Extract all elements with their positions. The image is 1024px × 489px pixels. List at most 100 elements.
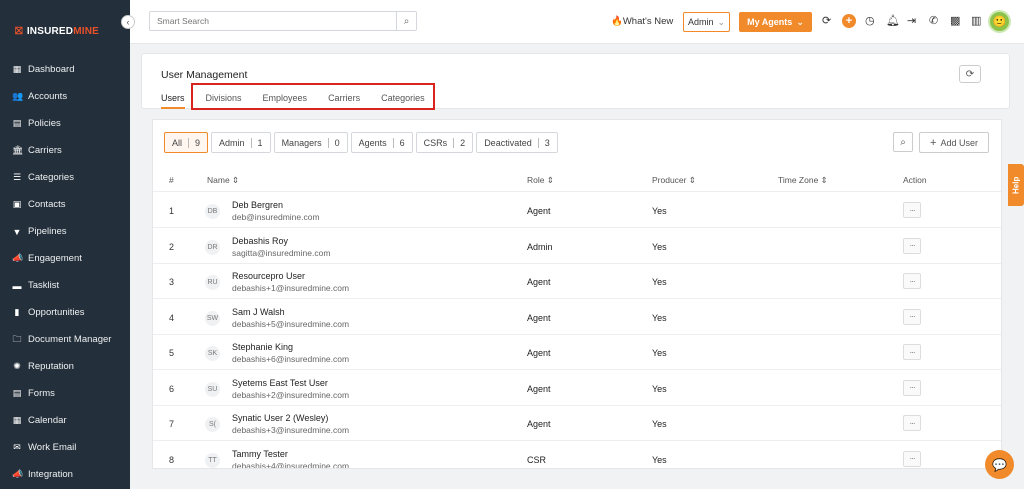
filter-agents[interactable]: Agents 6 [350,132,413,153]
filter-managers[interactable]: Managers 0 [273,132,348,153]
filter-label: Managers [281,137,322,148]
sidebar-item-categories[interactable]: ☰ Categories [0,164,130,191]
user-email: debashis+6@insuredmine.com [232,354,350,364]
chat-icon[interactable]: 💬 [985,450,1014,479]
megaphone-icon: 📣 [12,253,24,263]
user-initials-avatar: DR [205,239,220,255]
table-row: 3 RU Resourcepro User debashis+1@insuredmin… [153,264,1001,299]
sidebar-item-label: Contacts [28,199,66,210]
user-name: Resourcepro User [232,271,306,281]
more-actions-button[interactable]: ··· [903,450,921,467]
fire-icon: 🔥 [611,16,623,27]
sidebar-item-reputation[interactable]: ✺ Reputation [0,353,130,380]
filter-admin[interactable]: Admin 1 [211,132,271,153]
clock-icon[interactable]: ◷ [865,14,875,27]
search-icon[interactable]: ⌕ [396,12,416,30]
row-number: 5 [169,348,175,358]
help-tab[interactable]: Help [1008,164,1024,206]
sync-icon[interactable]: ⟳ [822,14,831,27]
logout-icon[interactable]: ⇥ [907,14,916,27]
my-agents-button[interactable]: My Agents ⌄ [739,12,812,32]
add-icon[interactable]: + [842,14,856,28]
more-actions-button[interactable]: ··· [903,415,921,431]
user-email: debashis+1@insuredmine.com [232,283,350,293]
whats-new-link[interactable]: 🔥What's New [611,16,673,27]
more-actions-button[interactable]: ··· [903,379,921,396]
user-initials-avatar: DB [205,204,220,219]
user-email: debashis+2@insuredmine.com [232,389,350,400]
bell-icon[interactable]: 🔔︎ [886,14,900,27]
brand-logo[interactable]: ⛝ INSURED MINE [15,26,99,37]
sidebar-item-dashboard[interactable]: ▦ Dashboard [0,56,130,83]
sidebar-item-opportunities[interactable]: ▮ Opportunities [0,299,130,326]
chevron-down-icon: ⌄ [717,16,726,27]
sidebar-item-label: Dashboard [28,64,75,75]
user-initials-avatar: SK [205,346,220,361]
bank-icon: 🏛 [12,145,24,155]
sidebar-item-document-manager[interactable]: 🗀 Document Manager [0,326,130,353]
phone-icon[interactable]: ✆ [929,14,938,27]
more-actions-button[interactable]: ··· [903,308,921,325]
user-email: debashis+4@insuredmine.com [232,460,350,469]
more-actions-button[interactable]: ··· [903,273,921,289]
sidebar-item-label: Carriers [28,145,62,156]
user-role: Agent [527,383,551,394]
users-table-card: All 9 Admin 1 Managers 0 Agents 6 CSRs 2 Deactivat… [152,119,1002,469]
column-role[interactable]: Role ⇕ [527,175,554,186]
more-actions-button[interactable]: ··· [903,344,921,360]
filter-csrs[interactable]: CSRs 2 [415,132,474,153]
sidebar-item-policies[interactable]: ▤ Policies [0,110,130,137]
calendar-icon: ▦ [12,415,22,425]
sidebar: ⛝ INSURED MINE ▦ Dashboard 👥 Accounts ▤ Polici… [0,0,130,489]
filter-all[interactable]: All 9 [164,132,209,153]
column-producer[interactable]: Producer ⇕ [652,175,696,186]
user-role: Agent [527,277,551,287]
sidebar-item-tasklist[interactable]: ▬ Tasklist [0,272,130,299]
plus-icon: + [930,136,937,149]
row-number: 7 [169,419,175,429]
filter-deactivated[interactable]: Deactivated 3 [476,132,558,153]
user-role: Agent [527,348,551,358]
sidebar-item-work-email[interactable]: ✉ Work Email [0,434,130,461]
sidebar-item-forms[interactable]: ▤ Forms [0,380,130,407]
sidebar-item-accounts[interactable]: 👥 Accounts [0,83,130,110]
smart-search-input[interactable] [150,12,396,30]
tab-users[interactable]: Users [161,93,185,109]
sidebar-item-calendar[interactable]: ▦ Calendar [0,407,130,434]
smart-search: ⌕ [149,11,417,31]
add-user-button[interactable]: + Add User [919,132,989,153]
more-actions-button[interactable]: ··· [903,202,921,218]
table-row: 7 S(Synatic User 2 (Wesley) debashis+3@ins… [153,406,1001,441]
sidebar-item-integration[interactable]: 📣 Integration [0,461,130,488]
refresh-icon[interactable]: ⟳ [959,65,981,83]
collapse-sidebar-icon[interactable]: ‹ [121,15,135,29]
sidebar-item-label: Policies [28,118,61,129]
user-email: sagitta@insuredmine.com [232,247,331,258]
sidebar-item-carriers[interactable]: 🏛 Carriers [0,137,130,164]
column-time-zone[interactable]: Time Zone ⇕ [778,175,828,186]
chip-icon[interactable]: ▩ [950,14,960,27]
sidebar-item-contacts[interactable]: ▣ Contacts [0,191,130,218]
table-row: 1 DB Deb Bergren deb@insuredmine.com Agent Ye… [153,193,1001,228]
sidebar-item-label: Engagement [28,253,82,264]
whats-new-label: What's New [622,16,674,27]
sidebar-item-pipelines[interactable]: ▼ Pipelines [0,218,130,245]
column-name[interactable]: Name ⇕ [207,175,239,186]
user-avatar[interactable]: 🙂 [988,10,1011,33]
sidebar-item-engagement[interactable]: 📣 Engagement [0,245,130,272]
user-name: Tammy Tester [232,448,288,459]
filter-count: 3 [537,137,550,148]
top-bar: ⌕ 🔥What's New Admin⌄ My Agents⌄ ⟳ + ◷ 🔔︎… [130,0,1024,44]
more-actions-button[interactable]: ··· [903,237,921,254]
brand-name-part-1: INSURED [26,26,74,37]
row-number: 1 [169,206,175,216]
user-initials-avatar: S( [205,417,220,432]
chevron-down-icon: ⌄ [796,16,804,27]
role-dropdown[interactable]: Admin ⌄ [683,12,730,32]
column-number: # [169,175,174,185]
storage-icon[interactable]: ▥ [971,14,981,27]
search-icon[interactable]: ⌕ [893,132,913,152]
row-number: 6 [169,383,175,394]
sidebar-item-label: Reputation [28,361,74,372]
user-email: deb@insuredmine.com [232,212,320,222]
